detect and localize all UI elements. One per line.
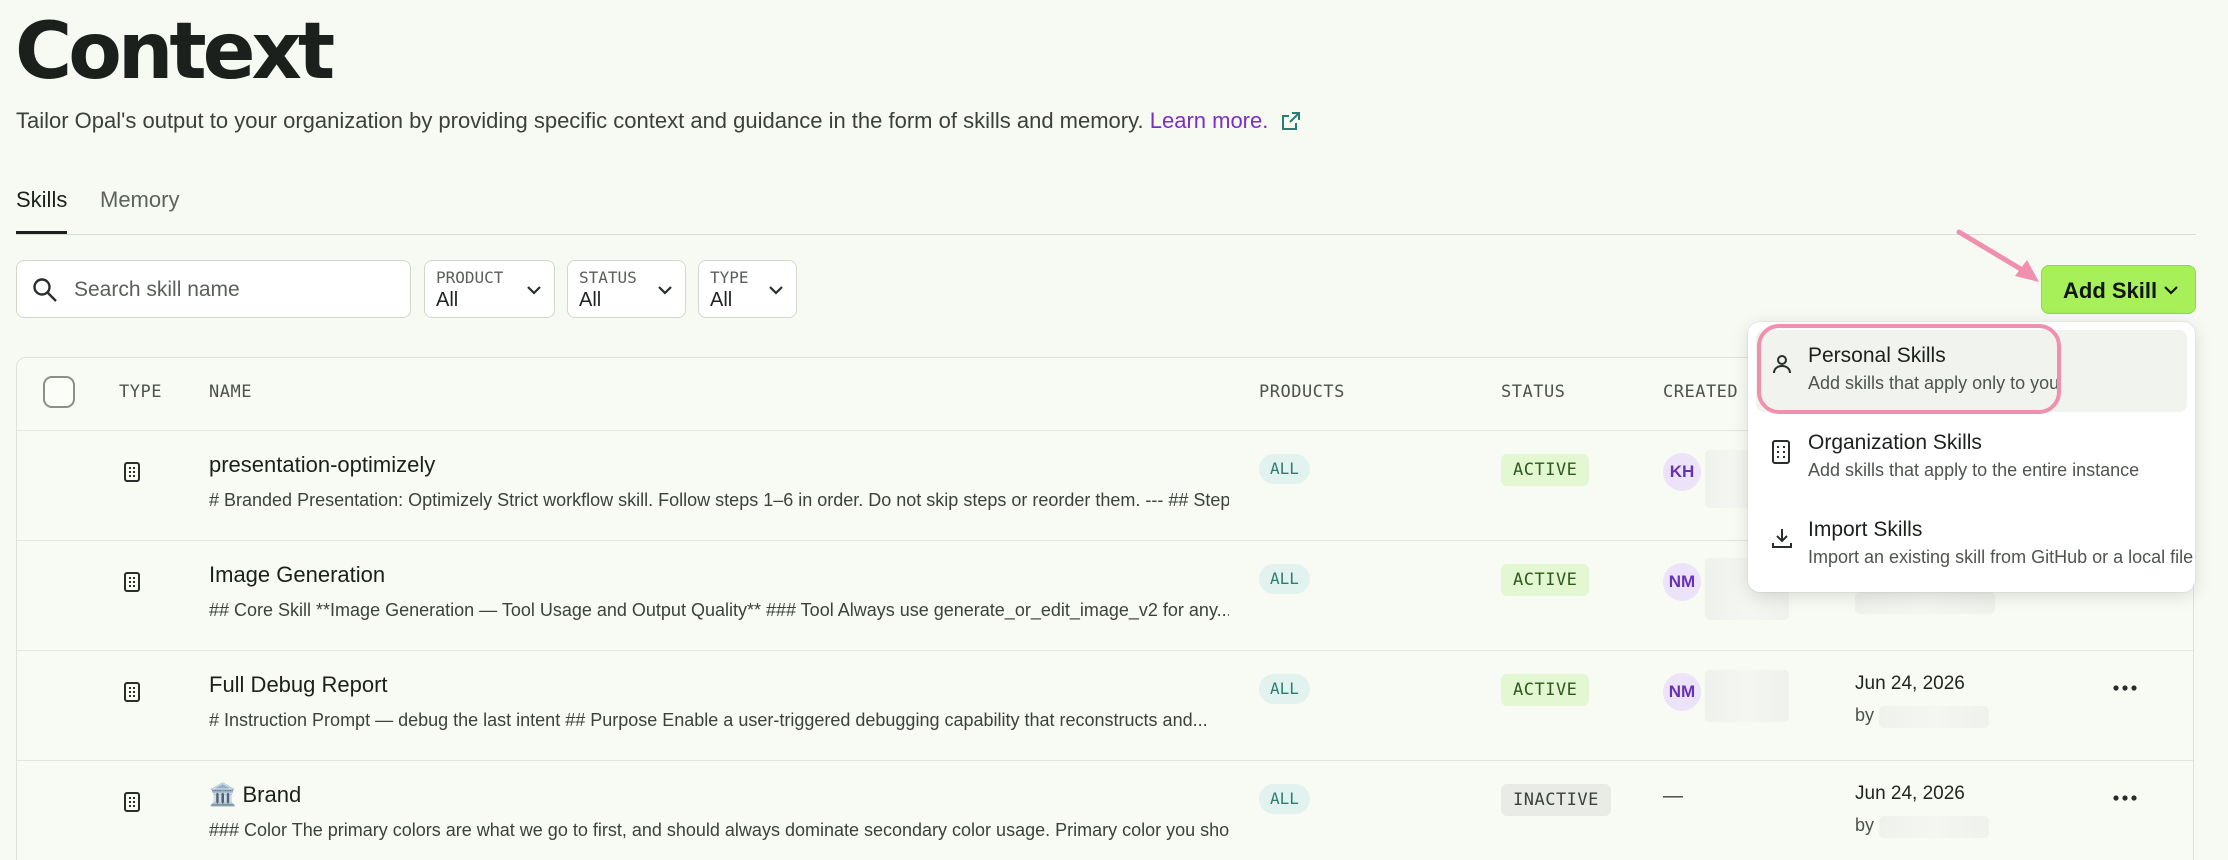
redacted-name [1705,670,1789,722]
skill-snippet: ### Color The primary colors are what we… [209,820,1229,840]
learn-more-link[interactable]: Learn more. [1150,108,1269,133]
status-badge: ACTIVE [1501,454,1590,486]
products-badge: ALL [1259,674,1310,704]
created-by-empty: — [1663,785,1683,807]
status-badge: ACTIVE [1501,564,1590,596]
menu-item-personal-skills[interactable]: Personal Skills Add skills that apply on… [1756,330,2187,412]
context-page: Context Tailor Opal's output to your org… [0,0,2228,860]
column-header-name[interactable]: NAME [209,382,252,402]
building-icon [123,571,141,598]
created-date: Jun 24, 2026 [1855,673,1965,694]
skill-name[interactable]: Full Debug Report [209,672,388,698]
status-filter[interactable]: STATUS All [567,260,686,318]
filter-value: All [710,289,733,311]
more-options-icon[interactable] [2113,678,2137,696]
external-link-icon[interactable] [1280,110,1302,140]
products-badge: ALL [1259,454,1310,484]
avatar: KH [1663,453,1701,491]
menu-item-organization-skills[interactable]: Organization Skills Add skills that appl… [1756,417,2187,499]
skill-name[interactable]: presentation-optimizely [209,452,435,478]
description-text: Tailor Opal's output to your organizatio… [16,108,1144,133]
tabs-divider [16,234,2196,235]
created-date: Jun 24, 2026 [1855,783,1965,804]
building-icon [123,461,141,488]
filter-value: All [579,289,602,311]
skill-snippet: ## Core Skill **Image Generation — Tool … [209,600,1229,620]
products-badge: ALL [1259,564,1310,594]
building-icon [123,791,141,818]
menu-item-title: Personal Skills [1808,344,1946,367]
table-row[interactable]: 🏛️ Brand ### Color The primary colors ar… [17,760,2193,860]
type-filter[interactable]: TYPE All [698,260,797,318]
more-options-icon[interactable] [2113,788,2137,806]
created-by-label: by [1855,705,1875,725]
status-badge: ACTIVE [1501,674,1590,706]
page-title: Context [15,7,335,97]
avatar: NM [1663,563,1701,601]
menu-item-subtitle: Import an existing skill from GitHub or … [1808,547,2194,567]
person-icon [1770,352,1794,381]
add-skill-menu: Personal Skills Add skills that apply on… [1748,322,2195,592]
redacted-author [1879,706,1989,728]
status-badge: INACTIVE [1501,784,1611,816]
tab-memory[interactable]: Memory [100,183,179,231]
search-box [16,260,411,319]
product-filter[interactable]: PRODUCT All [424,260,555,318]
avatar: NM [1663,673,1701,711]
chevron-down-icon [2163,283,2179,301]
filter-label: STATUS [579,268,637,287]
chevron-down-icon [526,283,542,301]
table-row[interactable]: Full Debug Report # Instruction Prompt —… [17,650,2193,761]
search-input[interactable] [72,261,396,319]
skill-snippet: # Branded Presentation: Optimizely Stric… [209,490,1229,510]
redacted-date [1855,592,1995,614]
redacted-author [1879,816,1989,838]
skill-name[interactable]: 🏛️ Brand [209,782,301,808]
search-icon [31,276,59,309]
filter-label: TYPE [710,268,749,287]
chevron-down-icon [768,283,784,301]
created-by-label: by [1855,815,1875,835]
select-all-checkbox[interactable] [43,376,75,408]
add-skill-label: Add Skill [2063,278,2158,303]
menu-item-subtitle: Add skills that apply to the entire inst… [1808,460,2140,480]
menu-item-import-skills[interactable]: Import Skills Import an existing skill f… [1756,504,2193,586]
building-icon [123,681,141,708]
column-header-status[interactable]: STATUS [1501,382,1565,402]
column-header-products[interactable]: PRODUCTS [1259,382,1345,402]
filter-value: All [436,289,459,311]
menu-item-title: Import Skills [1808,518,1923,541]
chevron-down-icon [657,283,673,301]
building-icon [1770,439,1792,470]
add-skill-button[interactable]: Add Skill [2041,265,2196,314]
skill-name[interactable]: Image Generation [209,562,385,588]
filter-label: PRODUCT [436,268,504,287]
products-badge: ALL [1259,784,1310,814]
tab-skills[interactable]: Skills [16,183,68,234]
page-description: Tailor Opal's output to your organizatio… [16,106,1302,140]
menu-item-title: Organization Skills [1808,431,1982,454]
column-header-created[interactable]: CREATED [1663,382,1738,402]
column-header-type: TYPE [119,382,162,402]
skill-snippet: # Instruction Prompt — debug the last in… [209,710,1208,730]
annotation-arrow-icon [1956,229,2039,282]
menu-item-subtitle: Add skills that apply only to you [1808,373,2060,393]
download-icon [1770,526,1794,555]
